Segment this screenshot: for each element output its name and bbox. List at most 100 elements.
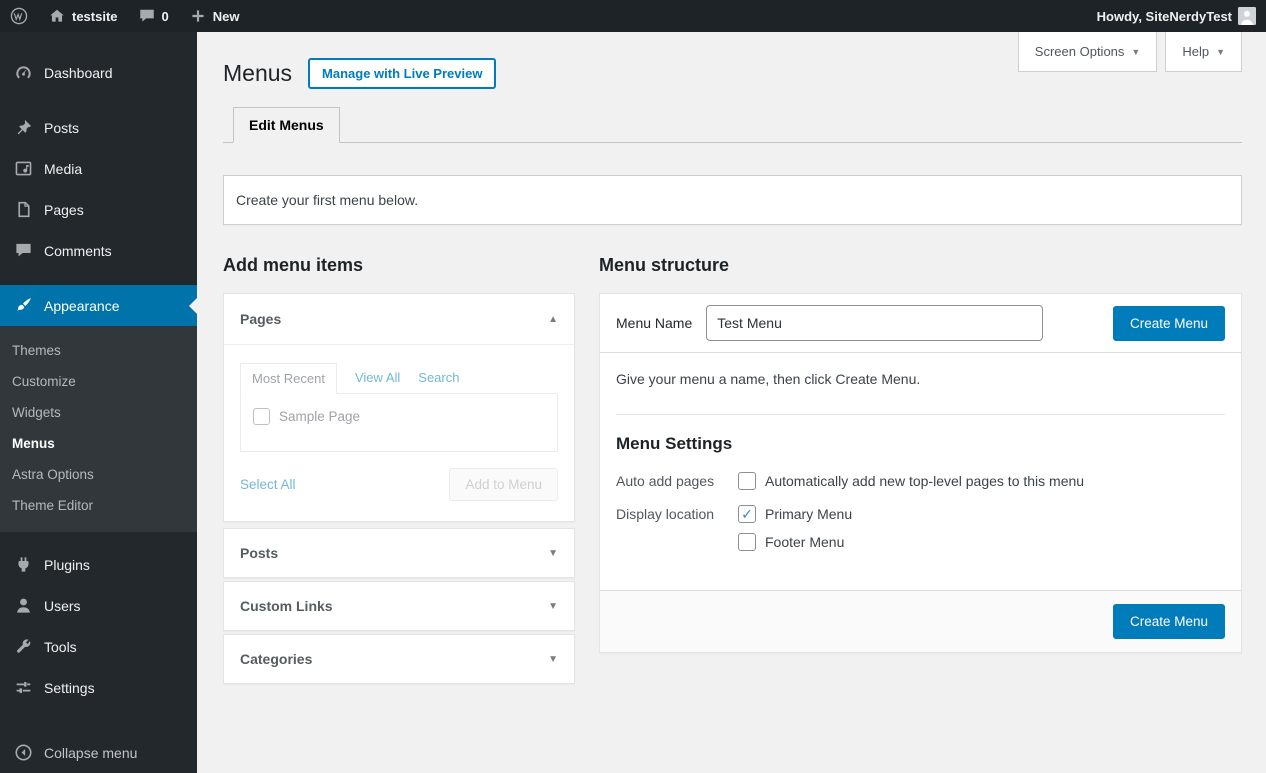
sidebar-item-label: Plugins	[44, 556, 90, 573]
page-title: Menus	[223, 59, 293, 86]
sidebar-item-label: Media	[44, 160, 83, 177]
pages-accordion-header[interactable]: Pages ▲	[224, 294, 574, 345]
auto-add-pages-checkbox[interactable]	[738, 472, 756, 490]
submenu-item-theme-editor[interactable]: Theme Editor	[0, 490, 197, 521]
comment-count: 0	[161, 8, 169, 24]
menu-settings-heading: Menu Settings	[616, 434, 733, 453]
primary-menu-option[interactable]: ✓ Primary Menu	[738, 505, 852, 523]
categories-accordion[interactable]: Categories ▼	[223, 634, 575, 684]
auto-add-pages-option[interactable]: Automatically add new top-level pages to…	[738, 472, 1084, 490]
new-label: New	[212, 8, 240, 24]
sidebar-item-label: Posts	[44, 119, 80, 136]
person-icon	[14, 596, 33, 615]
screen-options-button[interactable]: Screen Options ▼	[1017, 32, 1158, 72]
screen-meta-links: Screen Options ▼ Help ▼	[1017, 32, 1242, 72]
site-name-menu[interactable]: testsite	[38, 0, 128, 32]
menu-name-input[interactable]	[706, 305, 1044, 341]
sidebar-item-label: Comments	[44, 242, 112, 259]
posts-accordion-title: Posts	[240, 545, 279, 561]
submenu-item-widgets[interactable]: Widgets	[0, 397, 197, 428]
footer-menu-label: Footer Menu	[765, 534, 845, 550]
most-recent-panel: Sample Page	[240, 393, 558, 452]
tab-edit-menus[interactable]: Edit Menus	[233, 107, 340, 143]
pages-metabox-body: Most Recent View All Search Sample Page …	[224, 345, 574, 521]
sidebar-item-label: Pages	[44, 201, 84, 218]
create-menu-button-top[interactable]: Create Menu	[1112, 305, 1225, 341]
pages-tabs: Most Recent View All Search	[240, 363, 558, 394]
site-name: testsite	[72, 8, 118, 24]
wordpress-logo-icon	[10, 7, 28, 25]
sidebar-item-media[interactable]: Media	[0, 148, 197, 189]
collapse-menu-label: Collapse menu	[44, 744, 138, 761]
plus-icon	[189, 7, 207, 25]
sidebar-item-label: Appearance	[44, 297, 120, 314]
tab-most-recent[interactable]: Most Recent	[240, 363, 337, 394]
collapse-arrow-icon	[14, 743, 33, 762]
check-icon: ✓	[741, 506, 753, 522]
display-location-row: Display location ✓ Primary Menu Footer M…	[616, 505, 1225, 551]
sidebar-item-label: Settings	[44, 679, 95, 696]
menu-name-row: Menu Name Create Menu	[600, 294, 1241, 353]
media-icon	[14, 159, 33, 178]
submenu-item-customize[interactable]: Customize	[0, 366, 197, 397]
auto-add-pages-text: Automatically add new top-level pages to…	[765, 473, 1085, 489]
sliders-icon	[14, 678, 33, 697]
plug-icon	[14, 555, 33, 574]
tab-view-all[interactable]: View All	[355, 363, 400, 393]
posts-accordion[interactable]: Posts ▼	[223, 528, 575, 578]
sidebar-item-tools[interactable]: Tools	[0, 626, 197, 667]
comments-admin-bar-item[interactable]: 0	[128, 0, 179, 32]
select-all-link[interactable]: Select All	[240, 477, 296, 492]
primary-menu-checkbox[interactable]: ✓	[738, 505, 756, 523]
custom-links-accordion[interactable]: Custom Links ▼	[223, 581, 575, 631]
main-content: Screen Options ▼ Help ▼ Menus Manage wit…	[197, 32, 1266, 773]
sidebar-item-label: Tools	[44, 638, 77, 655]
sample-page-label: Sample Page	[279, 409, 361, 424]
pushpin-icon	[14, 118, 33, 137]
manage-live-preview-button[interactable]: Manage with Live Preview	[308, 58, 497, 89]
sidebar-item-plugins[interactable]: Plugins	[0, 544, 197, 585]
sidebar-item-posts[interactable]: Posts	[0, 107, 197, 148]
menu-name-hint: Give your menu a name, then click Create…	[616, 371, 921, 387]
chevron-down-icon: ▼	[548, 653, 558, 665]
categories-accordion-title: Categories	[240, 651, 313, 667]
sidebar-item-comments[interactable]: Comments	[0, 230, 197, 271]
sidebar-item-pages[interactable]: Pages	[0, 189, 197, 230]
wrench-icon	[14, 637, 33, 656]
howdy-text: Howdy, SiteNerdyTest	[1096, 8, 1232, 24]
dashboard-icon	[14, 63, 33, 82]
chevron-up-icon: ▲	[548, 313, 558, 325]
menu-structure-column: Menu structure Menu Name Create Menu Giv…	[599, 255, 1242, 687]
tab-search[interactable]: Search	[418, 363, 459, 393]
sample-page-option[interactable]: Sample Page	[253, 408, 545, 425]
submenu-item-astra-options[interactable]: Astra Options	[0, 459, 197, 490]
chevron-down-icon: ▼	[548, 547, 558, 559]
primary-menu-label: Primary Menu	[765, 506, 853, 522]
sidebar-item-appearance[interactable]: Appearance	[0, 285, 197, 326]
chevron-down-icon: ▼	[548, 600, 558, 612]
menu-structure-box: Menu Name Create Menu Give your menu a n…	[599, 293, 1242, 653]
submenu-item-themes[interactable]: Themes	[0, 335, 197, 366]
sidebar-item-dashboard[interactable]: Dashboard	[0, 52, 197, 93]
menu-settings-section: Menu Settings Auto add pages Automatical…	[616, 414, 1225, 590]
pages-metabox: Pages ▲ Most Recent View All Search Samp…	[223, 293, 575, 522]
auto-add-pages-label: Auto add pages	[616, 473, 715, 489]
collapse-menu-button[interactable]: Collapse menu	[0, 732, 197, 773]
screen-options-label: Screen Options	[1034, 44, 1125, 59]
avatar	[1238, 7, 1256, 25]
wordpress-logo-menu[interactable]	[0, 0, 38, 32]
new-content-menu[interactable]: New	[179, 0, 250, 32]
home-icon	[48, 7, 66, 25]
sidebar-item-settings[interactable]: Settings	[0, 667, 197, 708]
pages-accordion-title: Pages	[240, 311, 282, 327]
footer-menu-checkbox[interactable]	[738, 533, 756, 551]
help-button[interactable]: Help ▼	[1165, 32, 1242, 72]
auto-add-pages-row: Auto add pages Automatically add new top…	[616, 472, 1225, 490]
sample-page-checkbox[interactable]	[253, 408, 270, 425]
account-menu[interactable]: Howdy, SiteNerdyTest	[1087, 0, 1266, 32]
notice-text: Create your first menu below.	[236, 192, 419, 208]
create-menu-button-bottom[interactable]: Create Menu	[1112, 604, 1225, 639]
submenu-item-menus[interactable]: Menus	[0, 428, 197, 459]
footer-menu-option[interactable]: Footer Menu	[738, 533, 852, 551]
sidebar-item-users[interactable]: Users	[0, 585, 197, 626]
